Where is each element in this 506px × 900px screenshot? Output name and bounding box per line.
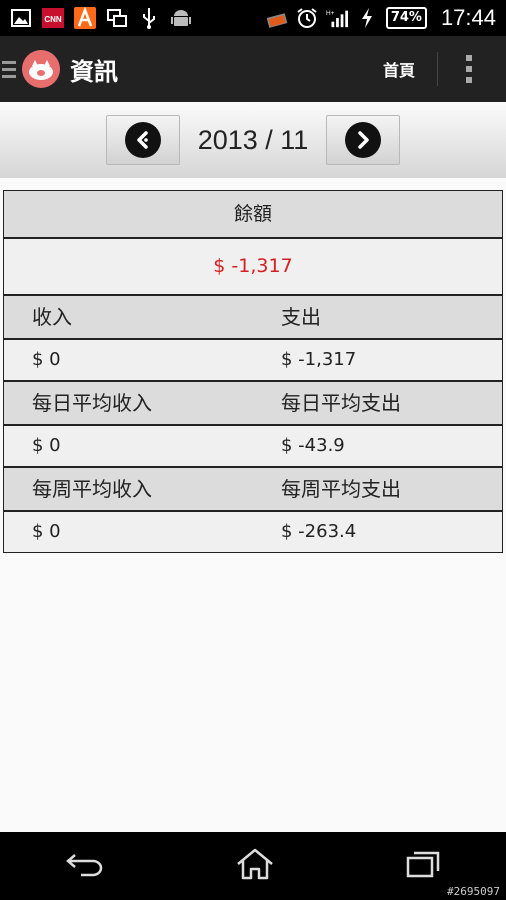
- notification-icons: CNN: [10, 7, 192, 29]
- daily-income-label: 每日平均收入: [32, 391, 152, 415]
- weekly-expense-value: $ -263.4: [281, 521, 357, 542]
- daily-value-row: $ 0 $ -43.9: [4, 424, 502, 466]
- balance-value-row: $ -1,317: [4, 237, 502, 294]
- app-logo-icon[interactable]: [22, 50, 60, 88]
- android-icon: [170, 7, 192, 29]
- weekly-expense-label: 每周平均支出: [281, 477, 401, 501]
- back-icon[interactable]: [65, 849, 105, 883]
- income-label: 收入: [32, 305, 72, 329]
- svg-text:CNN: CNN: [44, 15, 62, 24]
- action-bar: 資訊 首頁: [0, 36, 506, 102]
- action-bar-divider: [437, 52, 438, 86]
- totals-value-row: $ 0 $ -1,317: [4, 338, 502, 380]
- balance-value: $ -1,317: [213, 255, 293, 277]
- daily-expense-label: 每日平均支出: [281, 391, 401, 415]
- weekly-income-value: $ 0: [32, 521, 61, 542]
- wallet-icon: [266, 7, 288, 29]
- month-label: 2013 / 11: [197, 124, 309, 155]
- next-month-button[interactable]: [326, 115, 401, 165]
- balance-header-row: 餘額: [4, 191, 502, 237]
- drawer-menu-icon[interactable]: [2, 60, 16, 78]
- signal-icon: H+: [326, 7, 348, 29]
- daily-expense-value: $ -43.9: [281, 435, 345, 456]
- overflow-menu-icon[interactable]: [466, 55, 472, 83]
- weekly-header-row: 每周平均收入 每周平均支出: [4, 466, 502, 510]
- income-value: $ 0: [32, 349, 61, 370]
- status-bar: CNN H+ 74% 17:44: [0, 0, 506, 36]
- daily-header-row: 每日平均收入 每日平均支出: [4, 380, 502, 424]
- home-icon[interactable]: [235, 847, 275, 885]
- chevron-left-icon: [124, 122, 161, 158]
- battery-level: 74%: [385, 7, 427, 29]
- totals-header-row: 收入 支出: [4, 294, 502, 338]
- expense-label: 支出: [281, 305, 321, 329]
- clock: 17:44: [440, 5, 496, 30]
- chevron-right-icon: [345, 122, 382, 158]
- page-title: 資訊: [70, 57, 118, 86]
- gallery-icon: [10, 7, 32, 29]
- recent-apps-icon[interactable]: [405, 849, 441, 883]
- month-navigator: 2013 / 11: [0, 102, 506, 178]
- home-button[interactable]: 首頁: [383, 57, 415, 81]
- charging-icon: [356, 7, 378, 29]
- balance-label: 餘額: [233, 203, 272, 225]
- previous-month-button[interactable]: [105, 115, 180, 165]
- usb-icon: [138, 7, 160, 29]
- cnn-icon: CNN: [42, 7, 64, 29]
- system-nav-bar: #2695097: [0, 832, 506, 900]
- weekly-income-label: 每周平均收入: [32, 477, 152, 501]
- daily-income-value: $ 0: [32, 435, 61, 456]
- screens-icon: [106, 7, 128, 29]
- weekly-value-row: $ 0 $ -263.4: [4, 510, 502, 552]
- system-icons: H+ 74% 17:44: [266, 5, 496, 31]
- alarm-icon: [296, 7, 318, 29]
- svg-text:H+: H+: [326, 10, 335, 17]
- expense-value: $ -1,317: [281, 349, 357, 370]
- watermark: #2695097: [447, 885, 500, 898]
- a-app-icon: [74, 7, 96, 29]
- summary-table: 餘額 $ -1,317 收入 支出 $ 0 $ -1,317 每日平均收入 每日…: [3, 190, 503, 553]
